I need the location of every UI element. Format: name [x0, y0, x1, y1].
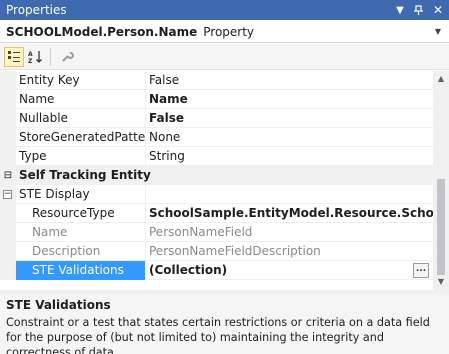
wrench-icon[interactable] — [57, 47, 77, 67]
scrollbar-thumb[interactable] — [437, 179, 445, 275]
collection-value: (Collection) — [149, 263, 228, 277]
property-name: Entity Key — [16, 71, 146, 90]
svg-text:Z: Z — [28, 58, 33, 64]
chevron-down-icon[interactable]: ▼ — [431, 27, 445, 36]
scroll-down-icon[interactable]: ▼ — [433, 274, 449, 290]
ellipsis-button[interactable]: ... — [413, 263, 429, 278]
property-value[interactable] — [146, 185, 433, 204]
row-gutter — [0, 128, 16, 147]
ste-display-label: STE Display — [19, 187, 90, 201]
property-name: Name — [16, 90, 146, 109]
row-gutter — [0, 109, 16, 128]
row-gutter — [0, 90, 16, 109]
scroll-up-icon[interactable]: ▲ — [433, 71, 449, 87]
row-gutter — [0, 261, 16, 280]
window-title: Properties — [6, 3, 67, 17]
property-row-ste-validations[interactable]: STE Validations (Collection) ... — [0, 261, 433, 280]
alphabetical-icon[interactable]: A Z — [26, 47, 46, 67]
property-value[interactable]: None — [146, 128, 433, 147]
row-gutter — [0, 147, 16, 166]
row-gutter — [0, 242, 16, 261]
property-row[interactable]: Nullable False — [0, 109, 433, 128]
property-grid: Entity Key False Name Name Nullable Fals… — [0, 71, 433, 290]
property-value[interactable]: (Collection) ... — [146, 261, 433, 280]
property-value[interactable]: False — [146, 71, 433, 90]
object-selector[interactable]: SCHOOLModel.Person.Name Property ▼ — [0, 21, 449, 43]
description-title: STE Validations — [6, 298, 111, 312]
property-name: Type — [16, 147, 146, 166]
collapse-icon[interactable]: − — [3, 190, 12, 199]
property-row[interactable]: Name PersonNameField — [0, 223, 433, 242]
property-value[interactable]: Name — [146, 90, 433, 109]
title-bar: Properties ▼ ✕ — [0, 0, 449, 20]
property-value[interactable]: String — [146, 147, 433, 166]
description-panel: STE Validations Constraint or a test tha… — [0, 294, 449, 354]
property-value[interactable]: PersonNameField — [146, 223, 433, 242]
property-row[interactable]: Name Name — [0, 90, 433, 109]
categorized-icon[interactable] — [4, 46, 24, 67]
category-self-tracking-entity[interactable]: ⊟ Self Tracking Entity — [0, 166, 433, 185]
toolbar-separator — [50, 47, 51, 66]
vertical-scrollbar[interactable]: ▲ ▼ — [433, 71, 449, 290]
property-value[interactable]: SchoolSample.EntityModel.Resource.School… — [146, 204, 433, 223]
object-type: Property — [203, 24, 255, 39]
property-name: Nullable — [16, 109, 146, 128]
property-row[interactable]: Type String — [0, 147, 433, 166]
property-name: STE Validations — [16, 261, 146, 280]
toolbar: A Z — [0, 44, 449, 70]
category-label: Self Tracking Entity — [16, 166, 433, 185]
property-name: ResourceType — [16, 204, 146, 223]
collapse-icon[interactable]: ⊟ — [0, 166, 16, 185]
property-name: STE Display — [16, 185, 146, 204]
property-value[interactable]: PersonNameFieldDescription — [146, 242, 433, 261]
row-gutter — [0, 204, 16, 223]
property-name: Description — [16, 242, 146, 261]
property-name: Name — [16, 223, 146, 242]
property-value[interactable]: False — [146, 109, 433, 128]
property-row-ste-display[interactable]: STE Display − — [0, 185, 433, 204]
property-row[interactable]: ResourceType SchoolSample.EntityModel.Re… — [0, 204, 433, 223]
row-gutter — [0, 223, 16, 242]
description-text: Constraint or a test that states certain… — [6, 316, 430, 354]
pin-icon[interactable] — [411, 2, 427, 18]
object-name: SCHOOLModel.Person.Name — [6, 24, 198, 39]
property-row[interactable]: Entity Key False — [0, 71, 433, 90]
property-row[interactable]: StoreGeneratedPattern None — [0, 128, 433, 147]
property-name: StoreGeneratedPattern — [16, 128, 146, 147]
close-icon[interactable]: ✕ — [430, 2, 446, 18]
svg-text:A: A — [28, 51, 33, 58]
property-row[interactable]: Description PersonNameFieldDescription — [0, 242, 433, 261]
row-gutter — [0, 71, 16, 90]
chevron-down-icon[interactable]: ▼ — [392, 2, 408, 18]
